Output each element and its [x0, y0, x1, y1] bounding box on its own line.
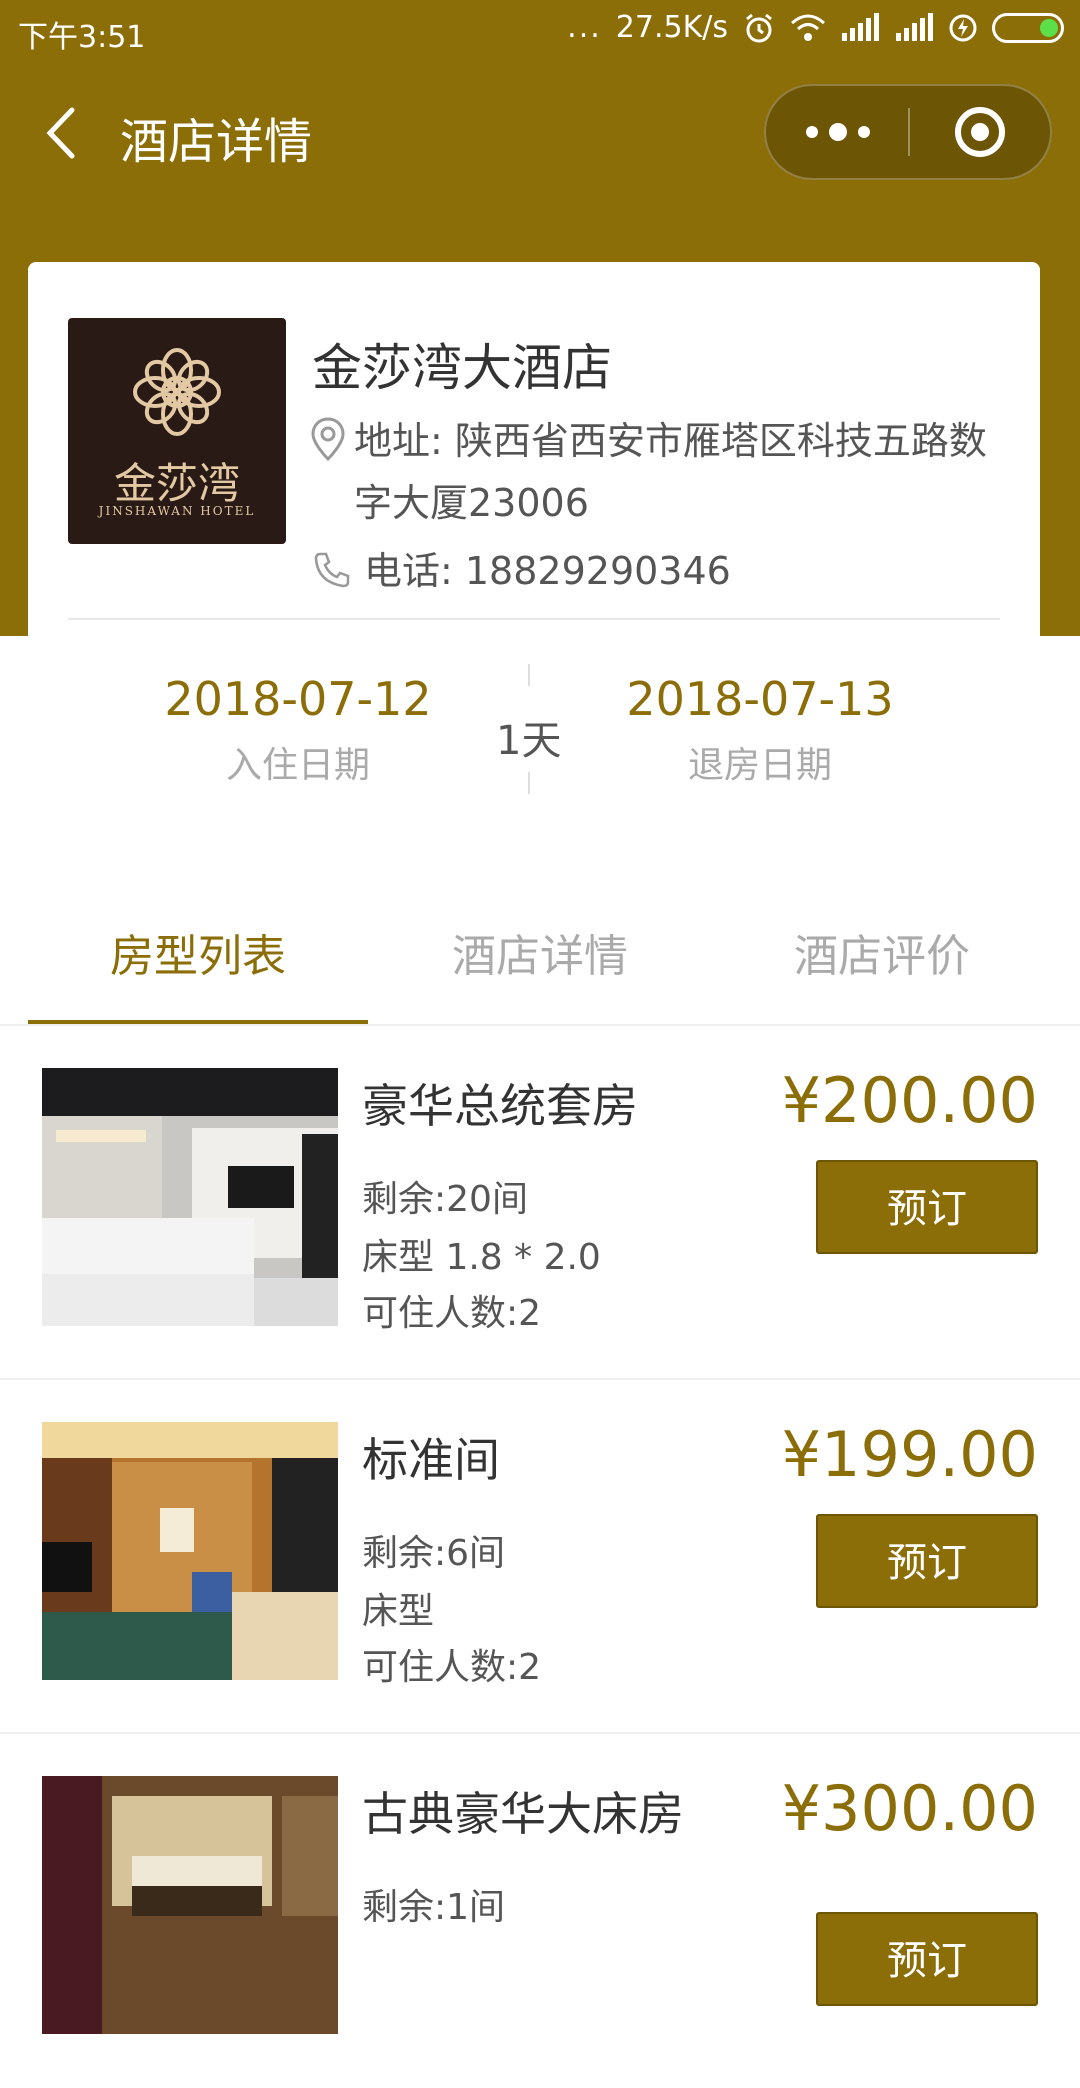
date-divider-bottom: [528, 772, 530, 794]
room-photo: [42, 1068, 338, 1326]
room-photo: [42, 1776, 338, 2034]
hotel-logo: 金莎湾 JINSHAWAN HOTEL: [68, 318, 286, 544]
room-remaining: 剩余:6间: [362, 1533, 506, 1574]
nights-count: 1天: [496, 718, 562, 764]
room-price: ¥200.00: [781, 1064, 1038, 1137]
chevron-left-icon: [46, 107, 75, 159]
room-capacity: 可住人数:2: [362, 1647, 542, 1688]
checkout-label: 退房日期: [687, 745, 832, 786]
checkout-date-block[interactable]: 2018-07-13 退房日期: [610, 672, 910, 788]
room-remaining: 剩余:1间: [362, 1887, 506, 1928]
hotel-phone: 电话: 18829290346: [364, 549, 731, 593]
tab-hotel-reviews[interactable]: 酒店评价: [712, 912, 1052, 1024]
room-price: ¥199.00: [781, 1418, 1038, 1491]
battery-icon: [992, 12, 1064, 43]
room-photo: [42, 1422, 338, 1680]
status-icons: ... 27.5K/s: [567, 10, 1064, 45]
status-dots: ...: [567, 10, 602, 45]
page-title: 酒店详情: [120, 114, 313, 170]
target-circle-icon: [955, 107, 1005, 157]
close-miniprogram-button[interactable]: [910, 86, 1052, 178]
alarm-icon: [746, 13, 772, 42]
status-time: 下午3:51: [18, 20, 146, 55]
checkin-label: 入住日期: [225, 745, 370, 786]
tab-bar: 房型列表 酒店详情 酒店评价: [0, 912, 1080, 1026]
room-item[interactable]: 古典豪华大床房 剩余:1间 ¥300.00 预订: [0, 1734, 1080, 2088]
room-item[interactable]: 豪华总统套房 剩余:20间 床型 1.8 * 2.0 可住人数:2 ¥200.0…: [0, 1026, 1080, 1380]
room-bed-type: 床型 1.8 * 2.0: [362, 1237, 601, 1278]
miniprogram-capsule: [764, 84, 1052, 180]
book-button[interactable]: 预订: [816, 1912, 1038, 2006]
logo-text: 金莎湾: [113, 459, 240, 508]
back-button[interactable]: [38, 98, 88, 168]
logo-subtext: JINSHAWAN HOTEL: [98, 504, 256, 518]
network-speed: 27.5K/s: [615, 10, 728, 45]
book-button[interactable]: 预订: [816, 1514, 1038, 1608]
room-capacity: 可住人数:2: [362, 1293, 542, 1334]
charging-icon: [949, 14, 977, 41]
status-bar: 下午3:51 ... 27.5K/s: [0, 0, 1080, 60]
signal-icon: [842, 12, 879, 41]
room-name: 古典豪华大床房: [362, 1787, 684, 1841]
location-pin-icon: [311, 417, 345, 462]
signal-icon-2: [896, 12, 933, 41]
checkout-date: 2018-07-13: [626, 672, 894, 726]
more-button[interactable]: [766, 86, 910, 178]
phone-icon: [314, 552, 350, 588]
hotel-emblem-icon: [133, 348, 221, 436]
room-name: 豪华总统套房: [362, 1079, 638, 1133]
room-item[interactable]: 标准间 剩余:6间 床型 可住人数:2 ¥199.00 预订: [0, 1380, 1080, 1734]
room-name: 标准间: [362, 1433, 500, 1487]
checkin-date-block[interactable]: 2018-07-12 入住日期: [148, 672, 448, 788]
active-tab-indicator: [28, 1020, 368, 1024]
room-bed-type: 床型: [362, 1591, 435, 1632]
card-divider: [68, 618, 1000, 620]
hotel-address: 地址: 陕西省西安市雁塔区科技五路数字大厦23006: [354, 419, 987, 525]
wifi-icon: [791, 14, 825, 41]
more-dots-icon: [806, 123, 870, 141]
checkin-date: 2018-07-12: [164, 672, 432, 726]
date-divider-top: [528, 664, 530, 686]
room-price: ¥300.00: [781, 1772, 1038, 1845]
hotel-name: 金莎湾大酒店: [312, 339, 612, 397]
hotel-info-card: 金莎湾 JINSHAWAN HOTEL 金莎湾大酒店 地址: 陕西省西安市雁塔区…: [28, 262, 1040, 902]
tab-room-list[interactable]: 房型列表: [28, 912, 368, 1024]
room-remaining: 剩余:20间: [362, 1179, 528, 1220]
tab-hotel-details[interactable]: 酒店详情: [370, 912, 710, 1024]
book-button[interactable]: 预订: [816, 1160, 1038, 1254]
